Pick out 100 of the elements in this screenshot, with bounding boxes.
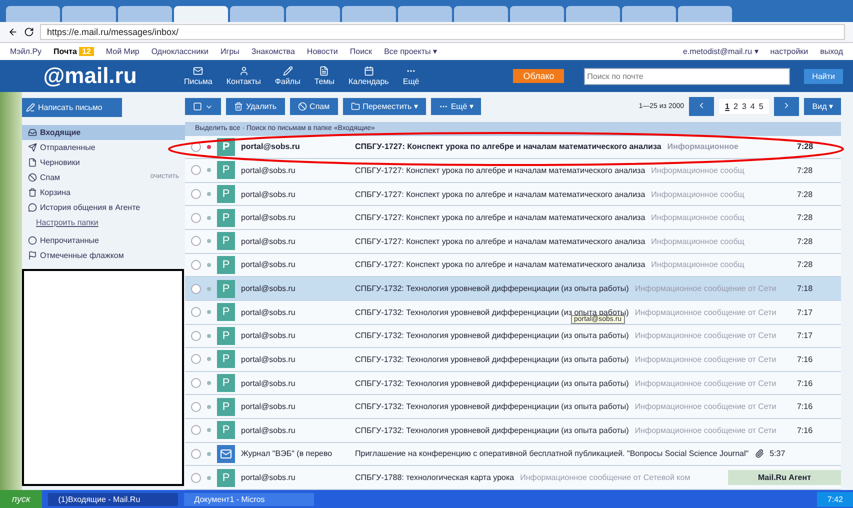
message-row[interactable]: P portal@sobs.ru СПБГУ-1727: Конспект урока по алгебре и началам математического анализа Информационное сообщ 7:28 xyxy=(185,159,841,183)
browser-tab[interactable] xyxy=(174,6,228,22)
row-checkbox[interactable] xyxy=(191,354,201,364)
portal-link[interactable]: Игры xyxy=(220,47,240,56)
unread-dot[interactable] xyxy=(207,239,211,244)
folder-item[interactable]: Отправленные xyxy=(22,140,185,155)
message-row[interactable]: P portal@sobs.ru СПБГУ-1732: Технология уровневой дифференциации (из опыта работы) Информационное сообщение от Сети 7:17 xyxy=(185,324,841,348)
unread-dot[interactable] xyxy=(207,262,211,267)
row-checkbox[interactable] xyxy=(191,307,201,318)
unread-dot[interactable] xyxy=(207,310,211,314)
row-checkbox[interactable] xyxy=(191,284,201,294)
portal-link[interactable]: Все проекты ▾ xyxy=(384,47,437,56)
portal-link[interactable]: Одноклассники xyxy=(151,47,209,56)
browser-tab[interactable] xyxy=(622,6,676,22)
taskbar-window[interactable]: Документ1 - Micros xyxy=(184,492,314,506)
filter-item[interactable]: Отмеченные флажком xyxy=(22,248,185,263)
view-button[interactable]: Вид ▾ xyxy=(804,98,841,116)
account-link[interactable]: e.metodist@mail.ru ▾ xyxy=(683,47,758,56)
row-checkbox[interactable] xyxy=(191,378,201,388)
unread-dot[interactable] xyxy=(207,428,211,432)
logo[interactable]: @mail.ru xyxy=(10,63,170,89)
toolbar-button[interactable]: Спам xyxy=(290,98,338,116)
unread-dot[interactable] xyxy=(207,144,211,149)
unread-dot[interactable] xyxy=(207,216,211,220)
next-page-button[interactable] xyxy=(774,97,800,116)
select-button[interactable] xyxy=(185,98,221,116)
portal-link[interactable]: Поиск xyxy=(350,47,372,56)
search-field[interactable]: Поиск по почте xyxy=(584,68,790,84)
address-field[interactable]: https://e.mail.ru/messages/inbox/ xyxy=(40,24,845,40)
portal-link[interactable]: Мэйл.Ру xyxy=(10,47,42,56)
browser-tab[interactable] xyxy=(6,6,60,22)
compose-button[interactable]: Написать письмо xyxy=(22,98,122,117)
unread-dot[interactable] xyxy=(207,476,211,480)
message-row[interactable]: P portal@sobs.ru СПБГУ-1727: Конспект урока по алгебре и началам математического анализа Информационное сообщ 7:28 xyxy=(185,182,841,206)
setup-folders-link[interactable]: Настроить папки xyxy=(36,218,185,227)
message-row[interactable]: P portal@sobs.ru СПБГУ-1727: Конспект урока по алгебре и началам математического анализа Информационное 7:28 xyxy=(185,136,841,160)
portal-link[interactable]: Почта 12 xyxy=(54,47,94,56)
unread-dot[interactable] xyxy=(207,381,211,386)
reload-icon[interactable] xyxy=(24,27,34,37)
header-nav-link[interactable]: Темы xyxy=(314,66,334,86)
row-checkbox[interactable] xyxy=(191,448,201,459)
message-row[interactable]: P portal@sobs.ru СПБГУ-1732: Технология уровневой дифференциации (из опыта работы) Информационное сообщение от Сети 7:16 xyxy=(185,419,841,443)
browser-tab[interactable] xyxy=(510,6,564,22)
row-checkbox[interactable] xyxy=(191,330,201,341)
unread-dot[interactable] xyxy=(207,452,211,456)
unread-dot[interactable] xyxy=(207,404,211,409)
page-link[interactable]: 3 xyxy=(740,101,748,112)
row-checkbox[interactable] xyxy=(191,260,201,270)
message-row[interactable]: P portal@sobs.ru СПБГУ-1727: Конспект урока по алгебре и началам математического анализа Информационное сообщ 7:28 xyxy=(185,230,841,254)
toolbar-button[interactable]: Удалить xyxy=(226,98,285,116)
row-checkbox[interactable] xyxy=(191,189,201,200)
unread-dot[interactable] xyxy=(207,168,211,172)
message-row[interactable]: P portal@sobs.ru СПБГУ-1732: Технология уровневой дифференциации (из опыта работы) Информационное сообщение от Сети 7:16 xyxy=(185,395,841,420)
header-nav-link[interactable]: Контакты xyxy=(226,66,261,86)
unread-dot[interactable] xyxy=(207,192,211,196)
settings-link[interactable]: настройки xyxy=(770,47,808,56)
unread-dot[interactable] xyxy=(207,357,211,362)
message-row[interactable]: P portal@sobs.ru СПБГУ-1732: Технология уровневой дифференциации (из опыта работы) Информационное сообщение от Сети 7:18 xyxy=(185,277,841,301)
header-nav-link[interactable]: Календарь xyxy=(348,66,389,86)
header-nav-link[interactable]: Файлы xyxy=(274,66,300,86)
back-icon[interactable] xyxy=(8,27,18,37)
portal-link[interactable]: Мой Мир xyxy=(106,47,140,56)
row-checkbox[interactable] xyxy=(191,236,201,246)
message-row[interactable]: P portal@sobs.ru СПБГУ-1732: Технология уровневой дифференциации (из опыта работы) Информационное сообщение от Сети 7:16 xyxy=(185,348,841,372)
row-checkbox[interactable] xyxy=(191,212,201,223)
page-link[interactable]: 1 xyxy=(723,101,732,112)
unread-dot[interactable] xyxy=(207,334,211,338)
toolbar-button[interactable]: Переместить ▾ xyxy=(342,98,426,116)
filter-item[interactable]: Непрочитанные xyxy=(22,233,185,248)
row-checkbox[interactable] xyxy=(191,402,201,412)
row-checkbox[interactable] xyxy=(191,425,201,436)
browser-tab[interactable] xyxy=(566,6,620,22)
row-checkbox[interactable] xyxy=(191,165,201,176)
message-row[interactable]: P portal@sobs.ru СПБГУ-1732: Технология уровневой дифференциации (из опыта работы) Информационное сообщение от Сети 7:16 xyxy=(185,372,841,396)
message-row[interactable]: Журнал "ВЭБ" (в перево Приглашение на конференцию с оперативной бесплатной публикацией. "Вопросы Social Science Journal" 5:37 xyxy=(185,442,841,466)
portal-link[interactable]: Знакомства xyxy=(251,47,295,56)
toolbar-button[interactable]: Ещё ▾ xyxy=(430,98,482,116)
taskbar-window[interactable]: (1)Входящие - Mail.Ru xyxy=(48,492,178,506)
header-nav-link[interactable]: Ещё xyxy=(402,66,420,86)
browser-tab[interactable] xyxy=(678,6,732,22)
portal-link[interactable]: Новости xyxy=(306,47,338,56)
folder-item[interactable]: Входящие xyxy=(22,125,185,140)
agent-bar[interactable]: Mail.Ru Агент xyxy=(728,470,841,486)
message-row[interactable]: P portal@sobs.ru СПБГУ-1788: технологическая карта урока Информационное сообщение от Сетевой ком Mail.Ru Агент xyxy=(185,466,841,490)
search-button[interactable]: Найти xyxy=(804,68,843,84)
browser-tab[interactable] xyxy=(398,6,452,22)
page-link[interactable]: 5 xyxy=(756,101,766,112)
unread-dot[interactable] xyxy=(207,286,211,291)
browser-tab[interactable] xyxy=(454,6,508,22)
prev-page-button[interactable] xyxy=(689,97,714,116)
row-checkbox[interactable] xyxy=(191,472,201,483)
logout-link[interactable]: выход xyxy=(820,47,843,56)
page-link[interactable]: 2 xyxy=(731,101,740,112)
browser-tab[interactable] xyxy=(118,6,172,22)
folder-item[interactable]: История общения в Агенте xyxy=(22,200,185,215)
browser-tab[interactable] xyxy=(286,6,340,22)
start-button[interactable]: пуск xyxy=(0,490,42,508)
message-row[interactable]: P portal@sobs.ru СПБГУ-1727: Конспект урока по алгебре и началам математического анализа Информационное сообщ 7:28 xyxy=(185,206,841,230)
page-link[interactable]: 4 xyxy=(748,101,757,112)
header-nav-link[interactable]: Письма xyxy=(184,66,212,86)
